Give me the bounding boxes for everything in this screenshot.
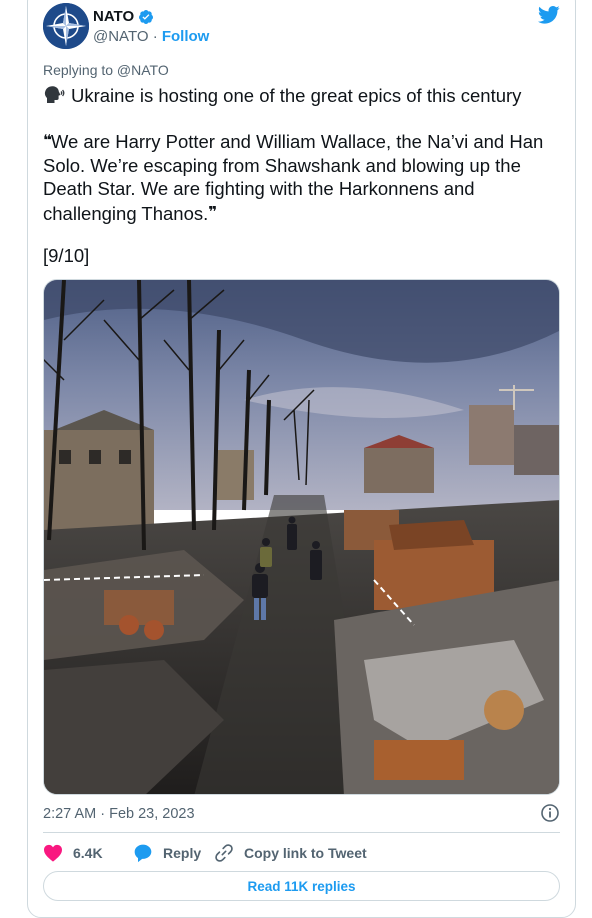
twitter-bird-icon[interactable]	[538, 5, 560, 25]
speaking-head-icon	[44, 86, 65, 103]
reply-bubble-icon	[134, 844, 152, 863]
read-replies-button[interactable]: Read 11K replies	[43, 871, 560, 901]
verified-badge-icon	[139, 9, 154, 24]
tweet-photo[interactable]	[43, 279, 560, 795]
reply-button[interactable]: Reply	[133, 843, 214, 863]
quote-open-mark: ❝	[43, 132, 52, 149]
nato-compass-star-icon	[43, 3, 89, 49]
tweet-quote: ❝We are Harry Potter and William Wallace…	[43, 129, 563, 225]
quote-text: We are Harry Potter and William Wallace,…	[43, 131, 544, 224]
tweet-line1: Ukraine is hosting one of the great epic…	[43, 84, 563, 107]
heart-icon	[44, 844, 62, 862]
like-count: 6.4K	[73, 845, 103, 861]
link-icon	[215, 844, 233, 862]
war-destroyed-street-photo	[44, 280, 559, 794]
tweet-timestamp[interactable]: 2:27 AM · Feb 23, 2023	[43, 806, 195, 822]
thread-count: [9/10]	[43, 245, 90, 266]
info-circle-icon[interactable]	[540, 803, 560, 823]
author-name-row: NATO	[93, 8, 154, 25]
nato-avatar[interactable]	[43, 3, 89, 49]
tweet-line1-text: Ukraine is hosting one of the great epic…	[71, 85, 522, 106]
handle-separator: ·	[152, 28, 158, 45]
copy-link-button[interactable]: Copy link to Tweet	[214, 843, 367, 863]
copy-link-label: Copy link to Tweet	[244, 845, 367, 861]
author-handle-row: @NATO · Follow	[93, 28, 209, 45]
quote-close-mark: ❞	[208, 203, 217, 221]
tweet-actions: 6.4K Reply Copy link to Tweet	[43, 843, 367, 863]
author-name[interactable]: NATO	[93, 8, 134, 25]
reply-label: Reply	[163, 845, 202, 861]
tweet-divider	[43, 832, 560, 833]
replying-to: Replying to @NATO	[43, 62, 169, 78]
follow-button[interactable]: Follow	[162, 28, 210, 45]
like-button[interactable]: 6.4K	[43, 844, 133, 862]
author-handle[interactable]: @NATO	[93, 28, 149, 45]
